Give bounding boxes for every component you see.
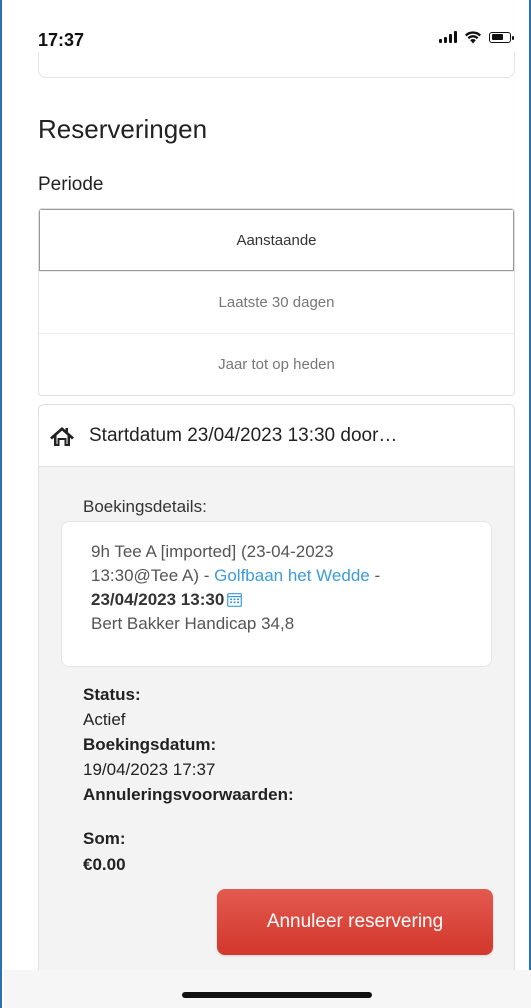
period-option-laatste-30-dagen[interactable]: Laatste 30 dagen xyxy=(39,271,514,333)
period-selector: Aanstaande Laatste 30 dagen Jaar tot op … xyxy=(38,208,515,396)
page-title: Reserveringen xyxy=(38,114,208,144)
cancel-conditions-label: Annuleringsvoorwaarden: xyxy=(83,785,294,804)
cancel-reservation-button[interactable]: Annuleer reservering xyxy=(217,889,493,955)
calendar-icon[interactable] xyxy=(227,592,243,607)
home-icon xyxy=(50,426,74,446)
status-time: 17:37 xyxy=(38,30,85,50)
sum-value: €0.00 xyxy=(83,855,126,874)
status-icons xyxy=(439,30,514,44)
status-label: Status: xyxy=(83,685,141,704)
booking-details-label: Boekingsdetails: xyxy=(83,497,207,516)
booking-date-value: 19/04/2023 17:37 xyxy=(83,760,216,779)
booking-details-box: 9h Tee A [imported] (23-04-2023 13:30@Te… xyxy=(61,521,492,667)
booking-datetime: 23/04/2023 13:30 xyxy=(91,590,225,609)
period-option-jaar-tot-op-heden[interactable]: Jaar tot op heden xyxy=(39,333,514,395)
bottom-bar xyxy=(4,970,531,1008)
sum-label: Som: xyxy=(83,829,126,848)
details-line-2: 13:30@Tee A) - Golfbaan het Wedde - xyxy=(91,564,477,588)
phone-frame: 17:37 Reserveringen Periode Aanstaande L… xyxy=(0,0,531,1008)
booking-card: Startdatum 23/04/2023 13:30 door… Boekin… xyxy=(38,404,515,1008)
course-link[interactable]: Golfbaan het Wedde xyxy=(214,566,370,585)
signal-icon xyxy=(439,31,457,43)
periode-label: Periode xyxy=(38,174,104,195)
booking-title: Startdatum 23/04/2023 13:30 door… xyxy=(89,424,398,446)
wifi-icon xyxy=(465,31,481,44)
home-indicator[interactable] xyxy=(182,992,372,998)
details-line-1: 9h Tee A [imported] (23-04-2023 xyxy=(91,542,334,561)
details-line-3: 23/04/2023 13:30 xyxy=(91,588,477,612)
battery-icon xyxy=(489,31,514,43)
period-option-aanstaande[interactable]: Aanstaande xyxy=(39,209,514,271)
status-value: Actief xyxy=(83,710,126,729)
booking-header[interactable]: Startdatum 23/04/2023 13:30 door… xyxy=(39,405,514,467)
details-line-2-suffix: - xyxy=(369,566,381,585)
details-line-2-prefix: 13:30@Tee A) - xyxy=(91,566,215,585)
booking-date-label: Boekingsdatum: xyxy=(83,735,217,754)
top-card-edge xyxy=(38,52,515,78)
details-player: Bert Bakker Handicap 34,8 xyxy=(91,614,295,633)
